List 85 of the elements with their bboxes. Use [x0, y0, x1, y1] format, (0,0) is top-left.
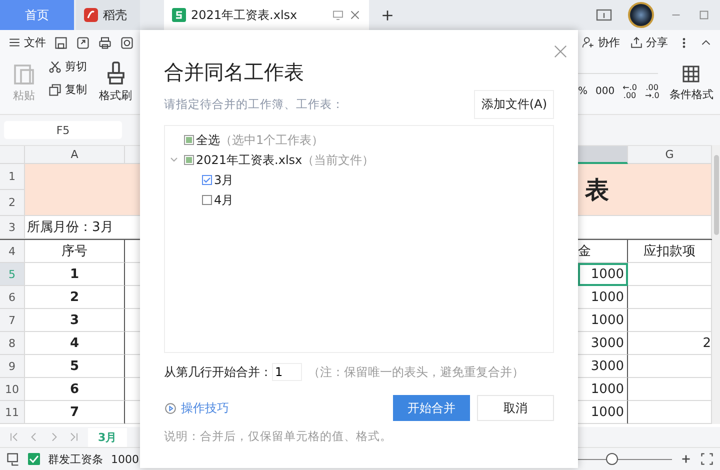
name-box[interactable]: F5	[4, 121, 122, 139]
macro-icon	[6, 452, 20, 466]
spreadsheet-logo-icon	[172, 8, 186, 22]
start-row-note: （注：保留唯一的表头，避免重复合并）	[308, 364, 524, 380]
print-icon	[98, 36, 112, 50]
checkbox[interactable]	[184, 135, 194, 145]
footnote: 说明：合并后，仅保留单元格的值、格式。	[164, 429, 393, 444]
checkbox[interactable]	[184, 155, 194, 165]
row-header[interactable]: 6	[0, 286, 25, 309]
last-sheet-icon	[68, 431, 80, 443]
share-button[interactable]: 分享	[630, 35, 668, 50]
vertical-scrollbar[interactable]	[712, 145, 720, 424]
table-cell: 2	[25, 286, 125, 309]
monitor-icon	[332, 9, 344, 21]
row-header[interactable]: 9	[0, 355, 25, 378]
dialog-title: 合并同名工作表	[164, 59, 305, 86]
tips-link[interactable]: 操作技巧	[164, 400, 229, 416]
cancel-button[interactable]: 取消	[477, 395, 554, 421]
table-cell: 7	[25, 401, 125, 424]
table-cell: 3	[25, 309, 125, 332]
column-header[interactable]: A	[25, 146, 125, 164]
menu-icon	[8, 36, 21, 49]
table-header-cell: 序号	[25, 240, 125, 263]
plus-icon	[381, 8, 394, 22]
decimal-button[interactable]: ←.0 .00	[622, 84, 637, 100]
row-header[interactable]: 7	[0, 309, 25, 332]
window-switch-icon	[596, 7, 612, 23]
fullscreen-icon	[700, 452, 714, 466]
collaborate-button[interactable]: 协作	[582, 35, 620, 50]
status-value: 1000	[111, 452, 139, 466]
maximize-icon	[698, 9, 710, 21]
row-header[interactable]: 8	[0, 332, 25, 355]
close-button[interactable]	[553, 44, 568, 59]
status-task[interactable]: 群发工资条	[48, 452, 103, 466]
scrollbar-thumb[interactable]	[714, 155, 718, 235]
start-row-field[interactable]: 1	[272, 363, 302, 381]
number-format-button[interactable]: 000	[596, 87, 615, 97]
row-header[interactable]: 2	[0, 190, 25, 216]
number-format-button[interactable]: %	[578, 87, 588, 97]
table-cell: 6	[25, 378, 125, 401]
table-cell: 1	[25, 263, 125, 286]
decimal-button[interactable]: .00 →.0	[644, 84, 660, 100]
checkbox[interactable]	[202, 195, 212, 205]
cut-button[interactable]: 剪切	[48, 59, 87, 74]
row-header[interactable]: 10	[0, 378, 25, 401]
close-icon	[553, 44, 568, 59]
copy-button[interactable]: 复制	[48, 82, 87, 97]
table-cell: 5	[25, 355, 125, 378]
conditional-format-button[interactable]: 条件格式	[667, 62, 716, 104]
share-icon	[630, 36, 643, 49]
row-header[interactable]: 3	[0, 216, 25, 239]
table-cell: 4	[25, 332, 125, 355]
scissors-icon	[48, 60, 62, 74]
file-menu[interactable]: 文件	[8, 35, 46, 50]
checkmark-icon	[28, 453, 40, 465]
copy-icon	[48, 82, 62, 96]
tree-item-label[interactable]: 3月	[214, 172, 234, 188]
column-header[interactable]: G	[628, 146, 712, 164]
grid-icon	[681, 64, 702, 84]
slider-thumb[interactable]	[606, 453, 618, 465]
zoom-in-icon	[680, 453, 692, 465]
preview-icon	[120, 36, 134, 50]
avatar[interactable]	[628, 2, 654, 28]
first-sheet-icon	[8, 431, 20, 443]
docer-logo-icon	[84, 8, 98, 22]
start-row-label: 从第几行开始合并：	[164, 364, 272, 380]
tree-item-label[interactable]: 4月	[214, 192, 234, 208]
row-header[interactable]: 1	[0, 164, 25, 190]
tab[interactable]: 稻壳	[76, 0, 140, 30]
row-header[interactable]: 4	[0, 240, 25, 263]
table-cell: 1000	[578, 263, 628, 286]
tree-item-label[interactable]: 全选（选中1个工作表）	[196, 132, 324, 148]
format-painter-button[interactable]: 格式刷	[97, 59, 134, 105]
save-icon	[54, 36, 68, 50]
person-add-icon	[582, 36, 595, 49]
instruction-text: 请指定待合并的工作簿、工作表：	[164, 97, 344, 112]
checkbox[interactable]	[202, 175, 212, 185]
export-icon	[76, 36, 90, 50]
play-circle-icon	[164, 402, 177, 414]
close-icon	[349, 9, 361, 21]
row-header[interactable]: 11	[0, 401, 25, 424]
add-file-button[interactable]: 添加文件(A)	[474, 90, 554, 119]
tab[interactable]: 2021年工资表.xlsx	[164, 0, 369, 30]
column-header[interactable]	[578, 146, 628, 164]
start-merge-button[interactable]: 开始合并	[393, 395, 470, 421]
